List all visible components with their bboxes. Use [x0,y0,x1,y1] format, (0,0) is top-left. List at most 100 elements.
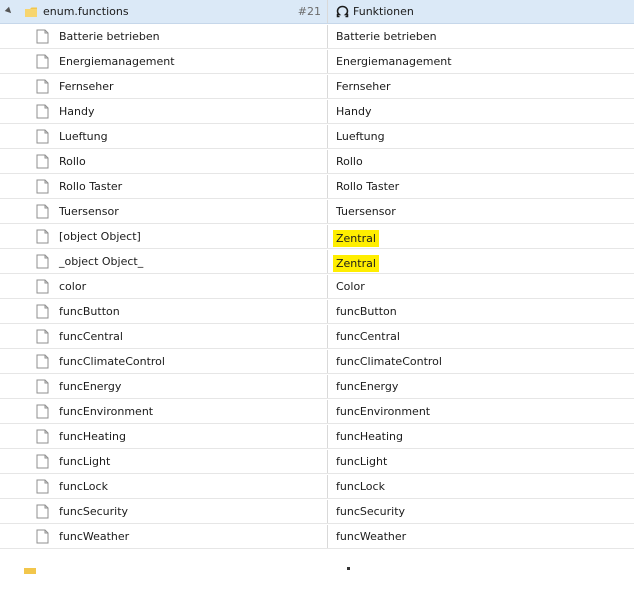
tree-row-enum-functions[interactable]: enum.functions #21 Funktionen [0,0,634,24]
document-icon [36,79,49,94]
tree-row-value-cell: funcSecurity [328,500,634,524]
tree-row-value-cell: Batterie betrieben [328,25,634,49]
tree-row-value-cell: Color [328,275,634,299]
tree-row-name-cell: funcEnergy [0,375,327,399]
tree-row-name: funcHeating [59,430,126,443]
tree-row-name-cell: Batterie betrieben [0,25,327,49]
tree-row-name-cell: enum.functions #21 [0,0,327,24]
stub-dot-icon [347,567,350,570]
document-icon [36,379,49,394]
function-icon [336,5,349,18]
tree-row[interactable]: funcLight funcLight [0,450,634,474]
tree-row-value-cell: funcClimateControl [328,350,634,374]
tree-row-value: funcHeating [336,430,403,443]
tree-row-value-cell: funcLight [328,450,634,474]
document-icon [36,204,49,219]
tree-row-value-cell: Zentral [328,250,634,274]
tree-row-name: funcLight [59,455,111,468]
highlighted-value: Zentral [333,230,379,247]
tree-row[interactable]: Rollo Rollo [0,150,634,174]
tree-row-name-cell: color [0,275,327,299]
tree-row[interactable]: funcSecurity funcSecurity [0,500,634,524]
tree-row-name: Batterie betrieben [59,30,160,43]
tree-row-name-cell: Fernseher [0,75,327,99]
tree-row-value-cell: funcButton [328,300,634,324]
tree-row-name-cell: funcCentral [0,325,327,349]
tree-row-value: funcEnergy [336,380,399,393]
tree-row[interactable]: [object Object] Zentral [0,225,634,249]
tree-row-value-cell: funcWeather [328,525,634,549]
tree-row-name-cell: funcLock [0,475,327,499]
tree-row-name-cell: funcClimateControl [0,350,327,374]
tree-row-value-cell: Handy [328,100,634,124]
tree-row-value: Tuersensor [336,205,396,218]
tree-row-value-cell: Zentral [328,225,634,249]
tree-row[interactable]: funcClimateControl funcClimateControl [0,350,634,374]
tree-row[interactable]: Fernseher Fernseher [0,75,634,99]
folder-icon [25,7,37,17]
tree-row-name-cell: funcSecurity [0,500,327,524]
tree-row-name-cell: funcButton [0,300,327,324]
tree-row-name: Lueftung [59,130,108,143]
tree-row-value-cell: funcCentral [328,325,634,349]
tree-row-value-cell: funcHeating [328,425,634,449]
document-icon [36,254,49,269]
document-icon [36,454,49,469]
tree-row-value-cell: funcLock [328,475,634,499]
expand-arrow-icon[interactable] [4,6,14,16]
tree-row[interactable]: Lueftung Lueftung [0,125,634,149]
tree-row-name: Energiemanagement [59,55,175,68]
document-icon [36,229,49,244]
tree-row[interactable]: Batterie betrieben Batterie betrieben [0,25,634,49]
tree-row[interactable]: color Color [0,275,634,299]
document-icon [36,154,49,169]
tree-row-name: color [59,280,87,293]
tree-row-name-cell: funcEnvironment [0,400,327,424]
tree-row[interactable]: Rollo Taster Rollo Taster [0,175,634,199]
header-value-label: Funktionen [353,5,414,18]
tree-row-name: Tuersensor [59,205,119,218]
tree-row[interactable]: funcCentral funcCentral [0,325,634,349]
tree-row[interactable]: Handy Handy [0,100,634,124]
tree-row-name: Rollo Taster [59,180,123,193]
document-icon [36,429,49,444]
document-icon [36,479,49,494]
tree-row[interactable]: Tuersensor Tuersensor [0,200,634,224]
document-icon [36,304,49,319]
tree-row-name-cell: Rollo [0,150,327,174]
tree-row-value: Fernseher [336,80,391,93]
tree-row-name: Fernseher [59,80,114,93]
tree-row[interactable]: funcButton funcButton [0,300,634,324]
tree-row[interactable]: funcEnergy funcEnergy [0,375,634,399]
tree-row-name: _object Object_ [59,255,144,268]
tree-row-value-cell: Energiemanagement [328,50,634,74]
tree-row-value-cell: Funktionen [328,0,634,24]
tree-row-value: funcLock [336,480,385,493]
tree-row-name-cell: [object Object] [0,225,327,249]
tree-row[interactable]: funcHeating funcHeating [0,425,634,449]
tree-row-name-cell: Handy [0,100,327,124]
enum-functions-label: enum.functions [43,5,129,18]
document-icon [36,129,49,144]
tree-row[interactable]: funcLock funcLock [0,475,634,499]
tree-row[interactable]: funcWeather funcWeather [0,525,634,549]
tree-row[interactable]: _object Object_ Zentral [0,250,634,274]
document-icon [36,529,49,544]
tree-row-name: funcCentral [59,330,123,343]
tree-row-value-cell: Rollo Taster [328,175,634,199]
tree-row-name: funcClimateControl [59,355,165,368]
tree-row-value: Rollo Taster [336,180,400,193]
tree-row[interactable]: funcEnvironment funcEnvironment [0,400,634,424]
tree-row-value: Color [336,280,365,293]
tree-row-name-cell: Rollo Taster [0,175,327,199]
tree-row-value: Rollo [336,155,363,168]
tree-row-name-cell: _object Object_ [0,250,327,274]
tree-row-value: funcCentral [336,330,400,343]
tree-row-name: funcEnvironment [59,405,154,418]
tree-row-value: Handy [336,105,372,118]
tree-row-value: funcSecurity [336,505,406,518]
tree-row-value-cell: Lueftung [328,125,634,149]
tree-row[interactable]: Energiemanagement Energiemanagement [0,50,634,74]
tree-row-name-cell: funcWeather [0,525,327,549]
tree-row-value-cell: Rollo [328,150,634,174]
